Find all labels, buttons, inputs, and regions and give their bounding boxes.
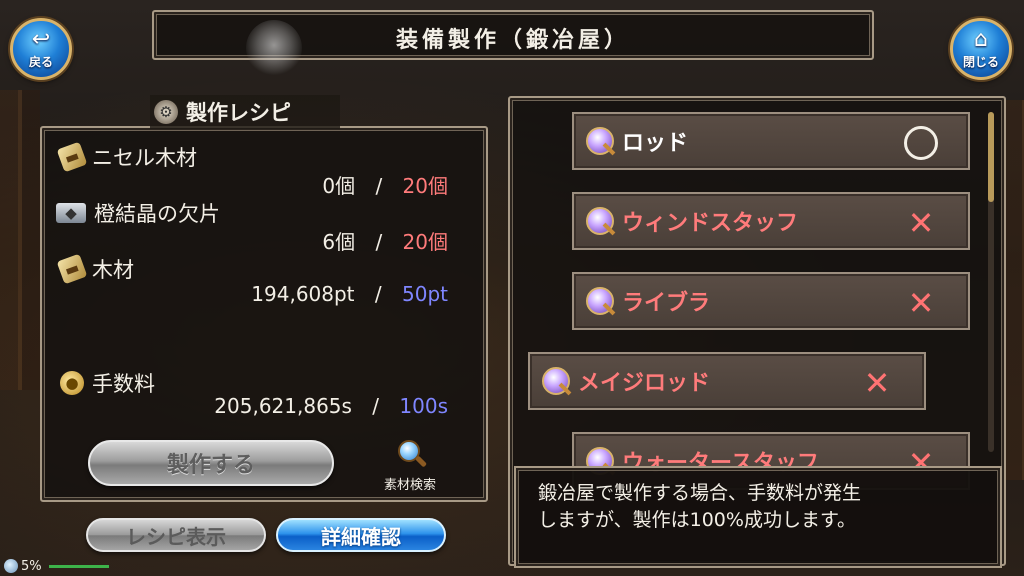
fee-quantity: 205,621,865s / 100s bbox=[214, 394, 448, 418]
unavailable-cross-icon: ✕ bbox=[907, 204, 935, 242]
background-bookshelf-right bbox=[1004, 100, 1024, 480]
message-line: 鍛冶屋で製作する場合、手数料が発生 bbox=[538, 482, 862, 504]
back-button[interactable]: ↩ 戻る bbox=[10, 18, 72, 80]
recipe-list-item[interactable]: ウィンドスタッフ ✕ bbox=[572, 192, 970, 250]
craft-button[interactable]: 製作する bbox=[88, 440, 334, 486]
message-box: 鍛冶屋で製作する場合、手数料が発生 しますが、製作は100%成功します。 bbox=[514, 466, 1002, 568]
material-search-label: 素材検索 bbox=[383, 478, 436, 493]
staff-icon bbox=[586, 207, 614, 235]
recipe-title: 製作レシピ bbox=[186, 101, 291, 125]
quantity-separator: / bbox=[375, 174, 383, 198]
material-name: 木材 bbox=[92, 258, 134, 282]
status-orb-icon bbox=[4, 559, 18, 573]
fee-owned: 205,621,865s bbox=[214, 394, 352, 418]
recipe-item-name: メイジロッド bbox=[578, 371, 711, 396]
material-name-row: ◆ 橙結晶の欠片 bbox=[56, 198, 220, 228]
material-name-row: ▬ ニセル木材 bbox=[56, 141, 197, 173]
staff-icon bbox=[542, 367, 570, 395]
material-required: 20個 bbox=[402, 230, 448, 254]
fee-required: 100s bbox=[399, 394, 448, 418]
close-button-label: 閉じる bbox=[962, 54, 999, 69]
recipe-list-item-selected[interactable]: メイジロッド ✕ bbox=[528, 352, 926, 410]
material-quantity: 0個 / 20個 bbox=[322, 170, 448, 199]
wood-icon: ▬ bbox=[56, 253, 88, 285]
material-owned: 6個 bbox=[322, 230, 356, 254]
recipe-list-item[interactable]: ライブラ ✕ bbox=[572, 272, 970, 330]
quantity-separator: / bbox=[375, 230, 383, 254]
gear-icon: ⚙ bbox=[154, 100, 178, 124]
material-quantity: 194,608pt / 50pt bbox=[251, 282, 448, 306]
staff-icon bbox=[586, 287, 614, 315]
material-name: 橙結晶の欠片 bbox=[94, 202, 220, 226]
recipe-item-name: ウィンドスタッフ bbox=[622, 211, 799, 236]
back-arrow-icon: ↩ bbox=[31, 26, 51, 52]
material-search-button[interactable]: 素材検索 bbox=[370, 440, 450, 498]
background-bookshelf-left bbox=[0, 90, 40, 390]
detail-button[interactable]: 詳細確認 bbox=[276, 518, 446, 552]
recipe-view-button[interactable]: レシピ表示 bbox=[86, 518, 266, 552]
status-bar bbox=[48, 564, 109, 568]
recipe-item-name: ライブラ bbox=[622, 291, 711, 316]
wood-icon: ▬ bbox=[56, 141, 88, 173]
close-button[interactable]: ⌂ 閉じる bbox=[950, 18, 1012, 80]
material-required: 20個 bbox=[402, 174, 448, 198]
fee-name: 手数料 bbox=[92, 372, 155, 396]
recipe-header: ⚙ 製作レシピ bbox=[150, 95, 340, 129]
scrollbar-thumb[interactable] bbox=[988, 112, 994, 202]
unavailable-cross-icon: ✕ bbox=[907, 284, 935, 322]
staff-icon bbox=[586, 127, 614, 155]
message-line: しますが、製作は100%成功します。 bbox=[538, 509, 857, 531]
material-required: 50pt bbox=[402, 282, 448, 306]
material-quantity: 6個 / 20個 bbox=[322, 226, 448, 255]
home-icon: ⌂ bbox=[974, 26, 988, 52]
unavailable-cross-icon: ✕ bbox=[863, 364, 891, 402]
material-owned: 0個 bbox=[322, 174, 356, 198]
crystal-icon: ◆ bbox=[56, 203, 86, 223]
coins-icon: ● bbox=[60, 371, 84, 395]
recipe-item-name: ロッド bbox=[622, 131, 689, 156]
recipe-list-scrollbar[interactable] bbox=[988, 112, 994, 452]
quantity-separator: / bbox=[372, 394, 380, 418]
fee-name-row: ● 手数料 bbox=[60, 368, 155, 398]
recipe-list-item[interactable]: ロッド bbox=[572, 112, 970, 170]
light-orb-decoration bbox=[246, 20, 302, 76]
material-name-row: ▬ 木材 bbox=[56, 253, 134, 285]
status-indicator: 5% bbox=[0, 556, 109, 576]
back-button-label: 戻る bbox=[28, 54, 53, 69]
status-percent: 5% bbox=[21, 558, 42, 574]
quantity-separator: / bbox=[374, 282, 382, 306]
available-circle-icon bbox=[904, 126, 938, 160]
material-name: ニセル木材 bbox=[92, 146, 197, 170]
search-icon bbox=[396, 440, 428, 468]
material-owned: 194,608pt bbox=[251, 282, 355, 306]
